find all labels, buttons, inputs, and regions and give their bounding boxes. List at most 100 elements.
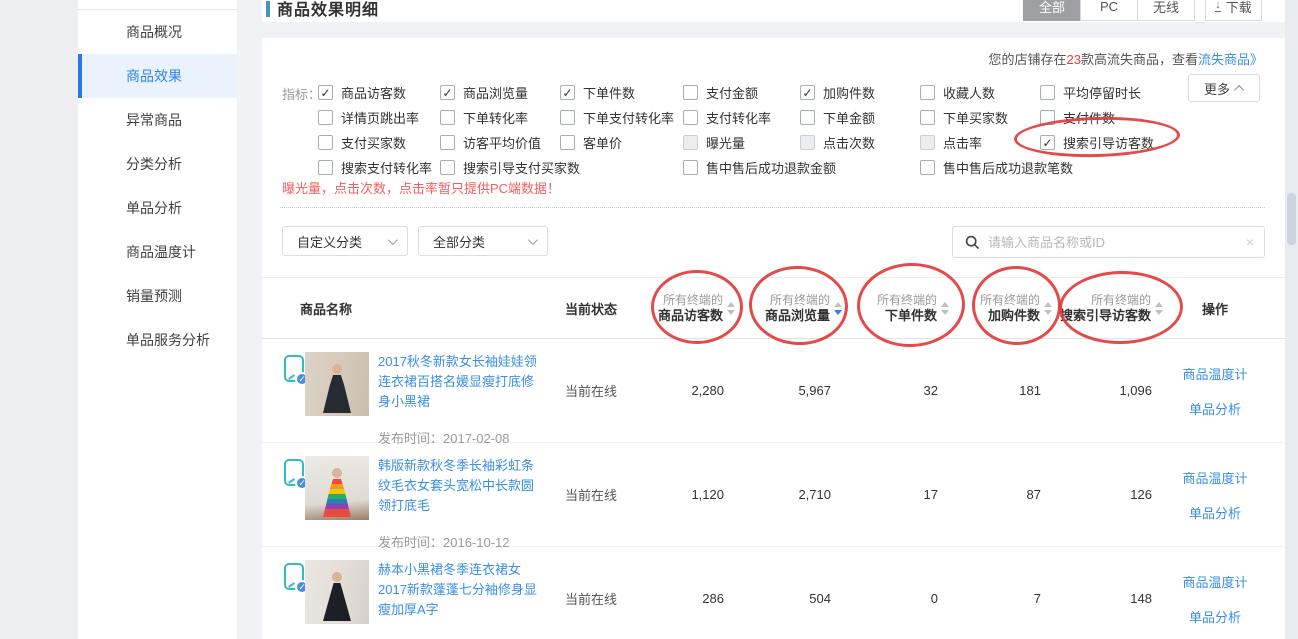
product-title-link[interactable]: 2017秋冬新款女长袖娃娃领连衣裙百搭名媛显瘦打底修身小黑裙	[378, 354, 537, 409]
product-name-cell: ✓ 韩版新款秋冬季长袖彩虹条纹毛衣女套头宽松中长款圆领打底毛 发布时间：2016…	[262, 443, 542, 546]
thermometer-link[interactable]: 商品温度计	[1182, 572, 1247, 591]
download-button[interactable]: ↓ 下载	[1205, 0, 1262, 21]
sidebar-item-sales-forecast[interactable]: 销量预测	[78, 274, 237, 318]
tab-wireless[interactable]: 无线	[1137, 0, 1195, 21]
checkbox-icon[interactable]	[800, 110, 815, 125]
sort-icon-active-desc[interactable]	[834, 302, 842, 315]
checkbox-icon[interactable]	[683, 110, 698, 125]
tab-all[interactable]: 全部	[1023, 0, 1081, 21]
metric-item-order-pay-cvr[interactable]: 下单支付转化率	[560, 108, 683, 127]
header-all-terminal-visitors[interactable]: 所有终端的商品访客数	[642, 292, 739, 324]
tab-pc[interactable]: PC	[1080, 0, 1138, 21]
metric-item-cart-adds[interactable]: 加购件数	[800, 83, 920, 102]
sidebar-item-product-thermometer[interactable]: 商品温度计	[78, 230, 237, 274]
single-analysis-link[interactable]: 单品分析	[1189, 399, 1241, 418]
sidebar-item-abnormal-products[interactable]: 异常商品	[78, 98, 237, 142]
metric-item-visitor-avg-value[interactable]: 访客平均价值	[440, 133, 560, 152]
metric-item-favorites[interactable]: 收藏人数	[920, 83, 1040, 102]
checkbox-icon[interactable]	[560, 110, 575, 125]
thermometer-link[interactable]: 商品温度计	[1182, 364, 1247, 383]
loss-products-link[interactable]: 流失商品》	[1198, 52, 1263, 67]
checkbox-icon[interactable]	[683, 160, 698, 175]
sidebar-item-single-product-service[interactable]: 单品服务分析	[78, 318, 237, 362]
metric-item-product-visitors[interactable]: 商品访客数	[318, 83, 440, 102]
scrollbar-track[interactable]	[1285, 0, 1298, 639]
status-cell: 当前在线	[542, 339, 642, 442]
header-all-terminal-cart-adds[interactable]: 所有终端的加购件数	[953, 292, 1056, 324]
checkbox-icon[interactable]	[440, 110, 455, 125]
metric-item-search-guided-pay-buyers[interactable]: 搜索引导支付买家数	[440, 158, 560, 177]
metric-item-clicks[interactable]: 点击次数	[800, 133, 920, 152]
checkbox-checked-icon[interactable]	[560, 85, 575, 100]
product-search-box[interactable]: ×	[952, 226, 1265, 258]
checkbox-icon[interactable]	[683, 85, 698, 100]
metric-item-pay-qty[interactable]: 支付件数	[1040, 108, 1270, 127]
sidebar-item-product-overview[interactable]: 商品概况	[78, 10, 237, 54]
product-title-link[interactable]: 赫本小黑裙冬季连衣裙女2017新款蓬蓬七分袖修身显瘦加厚A字	[378, 562, 537, 617]
single-analysis-link[interactable]: 单品分析	[1189, 607, 1241, 626]
chevron-down-icon	[388, 235, 398, 245]
checkbox-icon[interactable]	[1040, 110, 1055, 125]
checkbox-checked-icon[interactable]	[1040, 135, 1055, 150]
metric-item-order-cvr[interactable]: 下单转化率	[440, 108, 560, 127]
metric-item-order-amount[interactable]: 下单金额	[800, 108, 920, 127]
sort-icon[interactable]	[727, 302, 735, 315]
metric-item-order-qty[interactable]: 下单件数	[560, 83, 683, 102]
metric-item-search-guided-visitors[interactable]: 搜索引导访客数	[1040, 133, 1270, 152]
checkbox-icon[interactable]	[318, 135, 333, 150]
metric-item-payment-amount[interactable]: 支付金额	[683, 83, 800, 102]
metric-item-ctr[interactable]: 点击率	[920, 133, 1040, 152]
metric-label: 曝光量	[706, 133, 745, 152]
checkbox-icon[interactable]	[318, 160, 333, 175]
metric-item-search-pay-cvr[interactable]: 搜索支付转化率	[318, 158, 440, 177]
sort-icon[interactable]	[1155, 302, 1163, 315]
topbar: 商品效果明细 全部 PC 无线 ↓ 下载	[262, 0, 1285, 22]
checkbox-icon[interactable]	[920, 85, 935, 100]
header-all-terminal-search-visitors[interactable]: 所有终端的搜索引导访客数	[1056, 292, 1167, 324]
header-all-terminal-orders[interactable]: 所有终端的下单件数	[846, 292, 953, 324]
single-analysis-link[interactable]: 单品分析	[1189, 503, 1241, 522]
metric-item-refund-count[interactable]: 售中售后成功退款笔数	[920, 158, 1270, 177]
sidebar-item-single-product-analysis[interactable]: 单品分析	[78, 186, 237, 230]
checkbox-icon[interactable]	[560, 135, 575, 150]
checkbox-icon[interactable]	[920, 110, 935, 125]
download-icon: ↓	[1215, 1, 1221, 12]
custom-category-dropdown[interactable]: 自定义分类	[282, 226, 408, 256]
metric-label: 商品浏览量	[463, 83, 528, 102]
header-all-terminal-views[interactable]: 所有终端的商品浏览量	[739, 292, 846, 324]
checkbox-checked-icon[interactable]	[318, 85, 333, 100]
metric-item-avg-order-value[interactable]: 客单价	[560, 133, 683, 152]
product-title-link[interactable]: 韩版新款秋冬季长袖彩虹条纹毛衣女套头宽松中长款圆领打底毛	[378, 458, 534, 513]
search-input[interactable]	[988, 235, 1238, 250]
sort-icon[interactable]	[1044, 302, 1052, 315]
cart-adds-value: 87	[953, 443, 1056, 546]
clear-icon[interactable]: ×	[1246, 234, 1254, 250]
product-thumbnail[interactable]	[305, 456, 369, 520]
metric-item-pay-buyers[interactable]: 支付买家数	[318, 133, 440, 152]
thermometer-link[interactable]: 商品温度计	[1182, 468, 1247, 487]
more-button[interactable]: 更多	[1188, 74, 1260, 102]
checkbox-icon[interactable]	[1040, 85, 1055, 100]
metric-item-detail-bounce-rate[interactable]: 详情页跳出率	[318, 108, 440, 127]
checkbox-icon[interactable]	[440, 160, 455, 175]
checkbox-icon[interactable]	[920, 160, 935, 175]
sidebar-item-product-effect[interactable]: 商品效果	[78, 54, 237, 98]
metric-item-refund-amount[interactable]: 售中售后成功退款金额	[683, 158, 920, 177]
checkbox-checked-icon[interactable]	[440, 85, 455, 100]
sidebar-item-category-analysis[interactable]: 分类分析	[78, 142, 237, 186]
product-thumbnail[interactable]	[305, 352, 369, 416]
scrollbar-thumb[interactable]	[1287, 193, 1296, 245]
metric-item-pay-cvr[interactable]: 支付转化率	[683, 108, 800, 127]
sort-icon[interactable]	[941, 302, 949, 315]
checkbox-checked-icon[interactable]	[800, 85, 815, 100]
checkbox-icon[interactable]	[440, 135, 455, 150]
header-line2: 搜索引导访客数	[1060, 308, 1151, 324]
product-thumbnail[interactable]	[305, 560, 369, 624]
checkbox-icon[interactable]	[318, 110, 333, 125]
all-category-dropdown[interactable]: 全部分类	[418, 226, 548, 256]
page-title: 商品效果明细	[277, 0, 379, 20]
metric-item-product-views[interactable]: 商品浏览量	[440, 83, 560, 102]
metric-item-impressions[interactable]: 曝光量	[683, 133, 800, 152]
metric-item-order-buyers[interactable]: 下单买家数	[920, 108, 1040, 127]
products-table: 商品名称 当前状态 所有终端的商品访客数 所有终端的商品浏览量 所有终端的下单件…	[262, 277, 1285, 639]
